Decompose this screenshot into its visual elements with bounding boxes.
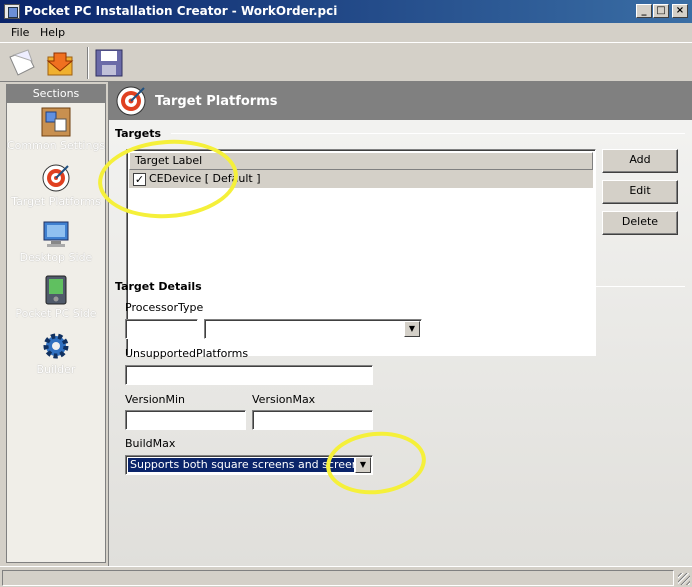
maximize-button[interactable]: □ xyxy=(653,4,669,18)
chevron-down-icon[interactable]: ▼ xyxy=(404,321,420,337)
processor-type-select[interactable]: ▼ xyxy=(204,319,422,339)
edit-button[interactable]: Edit xyxy=(602,180,678,204)
unsupported-platforms-label: UnsupportedPlatforms xyxy=(125,347,249,360)
sidebar-item-label: Target Platforms xyxy=(11,195,101,208)
open-icon xyxy=(46,52,74,76)
close-button[interactable]: × xyxy=(672,4,688,18)
processor-type-select-value xyxy=(207,322,211,336)
version-max-label: VersionMax xyxy=(252,393,316,406)
title-bar: Pocket PC Installation Creator - WorkOrd… xyxy=(0,0,692,23)
menu-bar: File Help xyxy=(0,23,692,42)
save-button[interactable] xyxy=(92,47,126,79)
sidebar-item-label: Pocket PC Side xyxy=(15,307,97,320)
new-document-icon xyxy=(9,49,35,76)
desktop-icon xyxy=(43,221,69,247)
unsupported-platforms-input[interactable] xyxy=(125,365,373,385)
window-title: Pocket PC Installation Creator - WorkOrd… xyxy=(24,4,338,18)
sections-sidebar: Sections Common Settings Target Platform… xyxy=(6,84,106,563)
resize-grip-icon[interactable] xyxy=(678,573,690,585)
add-button[interactable]: Add xyxy=(602,149,678,173)
menu-help[interactable]: Help xyxy=(40,26,65,39)
new-button[interactable] xyxy=(6,47,40,79)
settings-icon xyxy=(41,107,71,137)
target-details-group-title: Target Details xyxy=(115,280,202,293)
processor-type-input[interactable] xyxy=(125,319,198,339)
version-min-input[interactable] xyxy=(125,410,246,430)
targets-group-title: Targets xyxy=(115,127,162,140)
sidebar-item-label: Builder xyxy=(36,363,76,376)
sidebar-item-desktop-side[interactable]: Desktop Side xyxy=(7,219,105,271)
sidebar-item-common-settings[interactable]: Common Settings xyxy=(7,107,105,159)
minimize-button[interactable]: _ xyxy=(636,4,652,18)
processor-type-label: ProcessorType xyxy=(125,301,204,314)
sidebar-item-pocket-pc-side[interactable]: Pocket PC Side xyxy=(7,275,105,327)
sidebar-header: Sections xyxy=(7,85,105,103)
page-title: Target Platforms xyxy=(155,94,278,109)
sidebar-item-label: Desktop Side xyxy=(19,251,93,264)
menu-file[interactable]: File xyxy=(11,26,29,39)
gear-icon xyxy=(43,333,69,359)
target-icon xyxy=(116,86,146,116)
sidebar-item-target-platforms[interactable]: Target Platforms xyxy=(7,163,105,215)
delete-button[interactable]: Delete xyxy=(602,211,678,235)
app-icon xyxy=(4,4,20,19)
target-icon xyxy=(42,164,70,192)
status-bar xyxy=(0,566,692,587)
save-icon xyxy=(95,49,123,77)
open-button[interactable] xyxy=(44,47,78,79)
version-max-input[interactable] xyxy=(252,410,373,430)
status-pane xyxy=(2,570,674,586)
build-max-select-value: Supports both square screens and screen … xyxy=(128,458,354,472)
toolbar-separator xyxy=(87,47,89,79)
build-max-label: BuildMax xyxy=(125,437,176,450)
pda-icon xyxy=(45,275,67,305)
targets-group-divider xyxy=(171,133,685,134)
panel-header: Target Platforms xyxy=(109,82,692,120)
toolbar xyxy=(0,42,692,82)
version-min-label: VersionMin xyxy=(125,393,185,406)
sidebar-item-label: Common Settings xyxy=(7,139,106,152)
details-group-divider xyxy=(201,286,685,287)
sidebar-item-builder[interactable]: Builder xyxy=(7,331,105,383)
